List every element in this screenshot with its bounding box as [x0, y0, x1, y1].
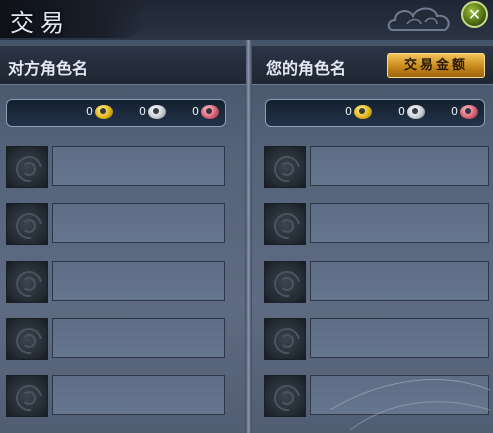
silver-coin-icon [148, 105, 166, 119]
own-header: 您的角色名 交易金额 [252, 46, 493, 85]
cloud-ornament-icon [387, 7, 450, 31]
empty-slot-icon [6, 375, 48, 417]
own-copper-value: 0 [451, 105, 458, 118]
partner-item-slot [6, 318, 226, 360]
copper-coin-icon [201, 105, 219, 119]
empty-slot-icon [6, 318, 48, 360]
empty-slot-icon [264, 318, 306, 360]
empty-slot-icon [264, 375, 306, 417]
partner-name-label: 对方角色名 [8, 59, 89, 78]
partner-item-slot [6, 203, 226, 245]
own-item-slot[interactable] [264, 203, 489, 245]
partner-silver-value: 0 [139, 105, 146, 118]
trade-money-button[interactable]: 交易金额 [387, 53, 485, 78]
panel-divider [245, 40, 252, 433]
gold-coin-icon [95, 105, 113, 119]
empty-slot-icon [264, 146, 306, 188]
gold-coin-icon [354, 105, 372, 119]
own-silver: 0 [391, 104, 431, 122]
copper-coin-icon [460, 105, 478, 119]
partner-copper-value: 0 [192, 105, 199, 118]
partner-silver: 0 [132, 104, 172, 122]
own-gold: 0 [338, 104, 378, 122]
close-icon: ✕ [467, 5, 482, 24]
partner-panel: 对方角色名 0 0 0 [0, 40, 246, 433]
partner-item-name-field [52, 203, 225, 243]
empty-slot-icon [6, 203, 48, 245]
empty-slot-icon [264, 261, 306, 303]
partner-gold: 0 [79, 104, 119, 122]
partner-item-name-field [52, 146, 225, 186]
own-silver-value: 0 [398, 105, 405, 118]
partner-item-name-field [52, 318, 225, 358]
partner-copper: 0 [185, 104, 225, 122]
empty-slot-icon [6, 261, 48, 303]
own-money-bar: 0 0 0 [265, 99, 485, 127]
silver-coin-icon [407, 105, 425, 119]
window-title: 交易 [10, 9, 70, 37]
empty-slot-icon [264, 203, 306, 245]
partner-item-slot [6, 375, 226, 417]
partner-item-slot [6, 146, 226, 188]
partner-item-name-field [52, 375, 225, 415]
own-item-slot[interactable] [264, 261, 489, 303]
own-item-name-field [310, 146, 489, 186]
own-item-name-field [310, 203, 489, 243]
partner-gold-value: 0 [86, 105, 93, 118]
decorative-streak [330, 379, 490, 430]
trade-window: 交易 ✕ 对方角色名 0 0 0 您的角色名 交易金额 0 0 0 [0, 0, 493, 433]
empty-slot-icon [6, 146, 48, 188]
title-bar: 交易 ✕ [0, 0, 493, 40]
close-button[interactable]: ✕ [461, 1, 488, 28]
partner-header: 对方角色名 [0, 46, 246, 85]
own-item-name-field [310, 261, 489, 301]
partner-money-bar: 0 0 0 [6, 99, 226, 127]
partner-item-name-field [52, 261, 225, 301]
own-copper: 0 [444, 104, 484, 122]
own-name-label: 您的角色名 [266, 59, 347, 78]
own-item-slot[interactable] [264, 146, 489, 188]
own-gold-value: 0 [345, 105, 352, 118]
partner-item-slot [6, 261, 226, 303]
